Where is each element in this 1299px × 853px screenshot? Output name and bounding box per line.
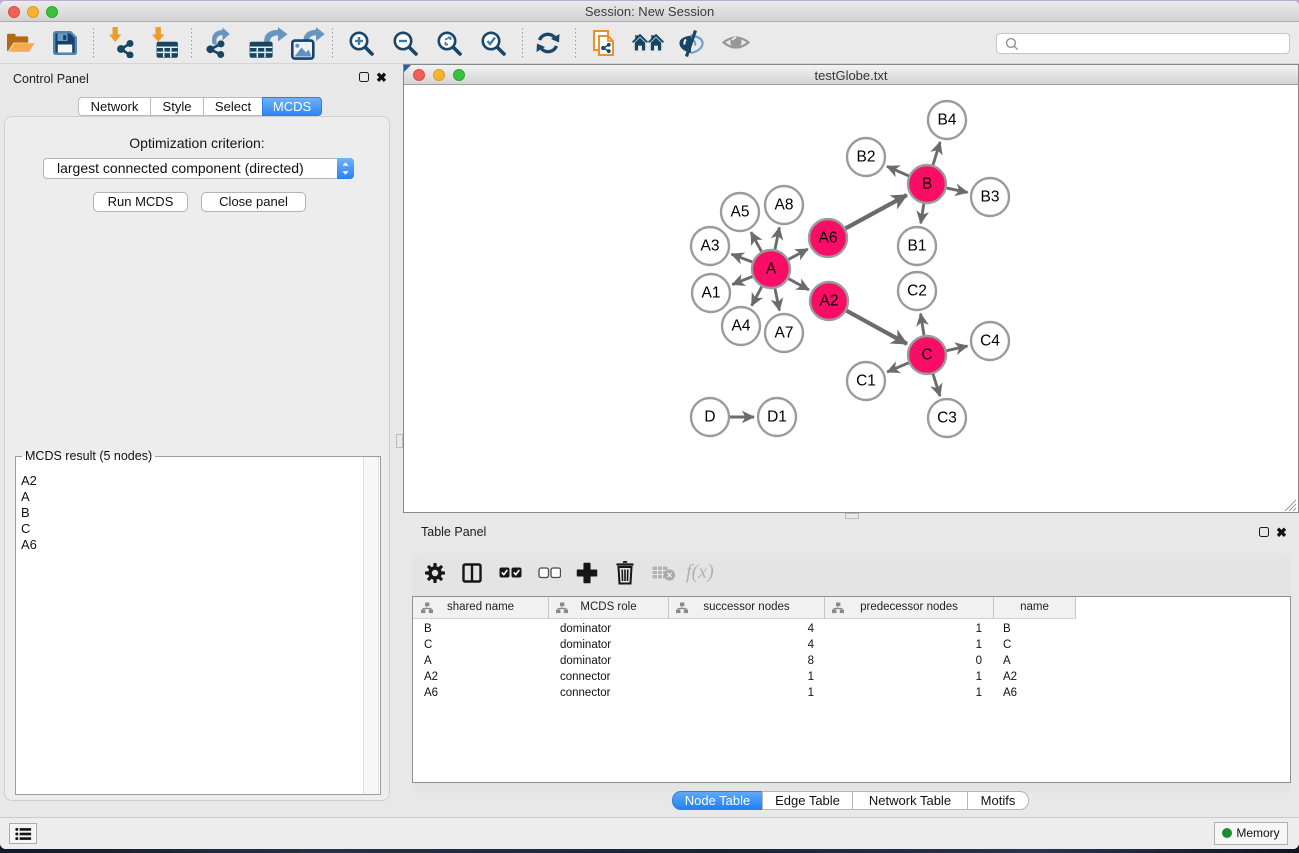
svg-text:D: D — [704, 409, 715, 426]
svg-text:A: A — [766, 261, 777, 278]
svg-text:A2: A2 — [820, 293, 839, 310]
svg-text:A1: A1 — [702, 285, 721, 302]
svg-text:B4: B4 — [938, 112, 957, 129]
svg-text:C4: C4 — [980, 333, 1000, 350]
svg-text:A5: A5 — [731, 204, 750, 221]
svg-text:A6: A6 — [819, 230, 838, 247]
svg-text:B1: B1 — [908, 238, 927, 255]
svg-text:C: C — [921, 347, 932, 364]
svg-text:B2: B2 — [857, 149, 876, 166]
svg-text:A8: A8 — [775, 197, 794, 214]
svg-text:B: B — [922, 176, 932, 193]
svg-text:C2: C2 — [907, 283, 927, 300]
svg-text:C3: C3 — [937, 410, 957, 427]
svg-text:A3: A3 — [701, 238, 720, 255]
svg-text:A4: A4 — [732, 318, 751, 335]
svg-text:B3: B3 — [981, 189, 1000, 206]
svg-text:C1: C1 — [856, 373, 876, 390]
svg-text:A7: A7 — [775, 325, 794, 342]
svg-text:D1: D1 — [767, 409, 787, 426]
